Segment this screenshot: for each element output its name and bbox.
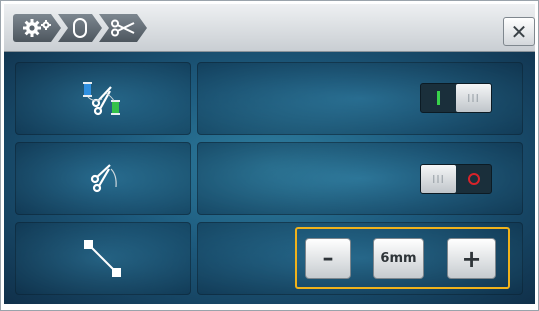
jump-stitch-label-cell (15, 222, 191, 295)
thread-cut-label-cell (15, 62, 191, 135)
settings-panel: III III – 6mm + (4, 52, 535, 304)
title-bar: ✕ (4, 4, 535, 52)
scissors-icon (110, 19, 136, 37)
breadcrumb (13, 14, 144, 42)
close-button[interactable]: ✕ (503, 17, 535, 46)
toggle-knob: III (456, 84, 491, 112)
scissors-label-cell (15, 142, 191, 215)
jump-stitch-icon (84, 239, 121, 277)
scissors-control-cell: III (197, 142, 523, 215)
toggle-knob: III (421, 165, 456, 193)
length-stepper: – 6mm + (295, 227, 510, 289)
length-value: 6mm (373, 238, 424, 279)
decrease-button[interactable]: – (305, 238, 351, 279)
gear-icon (21, 18, 53, 38)
thread-cut-control-cell: III (197, 62, 523, 135)
dialog-frame: ✕ III III – 6mm + (0, 0, 539, 311)
breadcrumb-cutter[interactable] (99, 14, 147, 42)
breadcrumb-settings[interactable] (13, 14, 61, 42)
scissors-toggle[interactable]: III (420, 164, 492, 194)
on-indicator (437, 91, 440, 105)
spool-icon (71, 17, 89, 39)
thread-cut-toggle[interactable]: III (420, 83, 492, 113)
breadcrumb-spool[interactable] (58, 14, 102, 42)
increase-button[interactable]: + (447, 238, 496, 279)
scissors-cut-icon (90, 163, 117, 192)
off-indicator (467, 173, 480, 185)
thread-cut-icon (83, 81, 120, 115)
